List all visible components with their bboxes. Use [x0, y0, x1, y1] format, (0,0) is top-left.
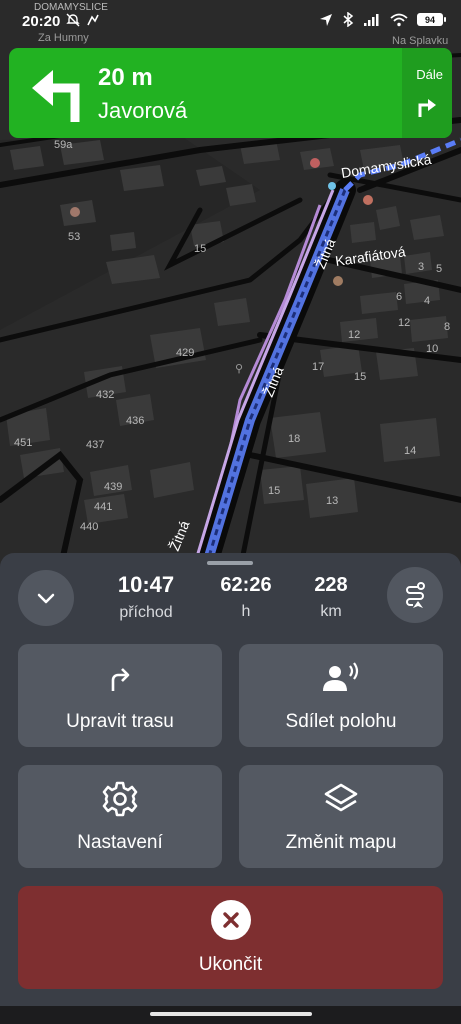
poi-icon: [363, 195, 373, 205]
route-overview-icon: [406, 582, 425, 608]
end-navigation-button[interactable]: Ukončit: [18, 886, 443, 989]
poi-icon: [310, 158, 320, 168]
house-number: 437: [86, 439, 104, 451]
gear-icon: [102, 781, 138, 817]
house-number: 436: [126, 415, 144, 427]
house-number: 429: [176, 347, 194, 359]
status-icons-left: [66, 13, 100, 27]
house-number: 15: [354, 371, 366, 383]
house-number: 15: [268, 485, 280, 497]
share-location-label: Sdílet polohu: [285, 711, 397, 732]
change-map-label: Změnit mapu: [285, 832, 397, 853]
settings-button[interactable]: Nastavení: [18, 765, 222, 868]
house-number: 440: [80, 521, 98, 533]
status-bar: DOMAMYSLICE 20:20 94: [0, 0, 461, 36]
house-number: 10: [426, 343, 438, 355]
signal-icon: [364, 13, 379, 26]
turn-right-icon: [418, 99, 436, 117]
layers-icon: [324, 783, 358, 812]
share-location-button[interactable]: Sdílet polohu: [239, 644, 443, 747]
status-icons-right: 94: [319, 12, 446, 27]
alarm-off-icon: [66, 13, 80, 27]
poi-icon: [70, 207, 80, 217]
house-number: 8: [444, 321, 450, 333]
bluetooth-icon: [343, 12, 354, 27]
house-number: 15: [194, 243, 206, 255]
trip-distance-label: km: [320, 603, 342, 620]
house-number: 53: [68, 231, 80, 243]
collapse-button[interactable]: [18, 570, 74, 626]
wifi-icon: [390, 13, 408, 26]
arrival-time-value: 10:47: [117, 572, 175, 597]
house-number: 3: [418, 261, 424, 273]
poi-icon: [333, 276, 343, 286]
house-number: 4: [424, 295, 430, 307]
arrival-time: 10:47 příchod: [104, 572, 188, 622]
system-navigation-bar: [0, 1006, 461, 1024]
house-number: 59a: [54, 139, 73, 151]
street-label-na-splavku: Na Splavku: [392, 35, 448, 47]
chevron-down-icon: [37, 593, 55, 604]
turn-left-icon: [32, 70, 80, 122]
edit-route-button[interactable]: Upravit trasu: [18, 644, 222, 747]
house-number: 12: [348, 329, 360, 341]
home-gesture-bar[interactable]: [150, 1012, 312, 1016]
house-number: 439: [104, 481, 122, 493]
status-time: 20:20: [22, 13, 61, 30]
edit-route-label: Upravit trasu: [66, 711, 174, 732]
house-number: 17: [312, 361, 324, 373]
status-overlay-text: DOMAMYSLICE: [34, 2, 108, 13]
house-number: 6: [396, 291, 402, 303]
trip-distance-value: 228: [314, 574, 348, 596]
maneuver-distance: 20 m: [98, 64, 153, 91]
house-number: 12: [398, 317, 410, 329]
battery-level: 94: [424, 14, 435, 25]
settings-label: Nastavení: [77, 832, 163, 853]
maneuver-street: Javorová: [98, 98, 188, 123]
trip-distance: 228 km: [300, 574, 362, 621]
change-map-button[interactable]: Změnit mapu: [239, 765, 443, 868]
share-location-icon: [323, 662, 359, 691]
next-maneuver-panel[interactable]: Dále: [402, 48, 452, 138]
navigation-instruction-banner[interactable]: 20 m Javorová Dále: [9, 48, 452, 138]
bicycle-icon: ⚲: [235, 363, 243, 375]
house-number: 18: [288, 433, 300, 445]
house-number: 451: [14, 437, 32, 449]
house-number: 441: [94, 501, 112, 513]
next-maneuver-label: Dále: [416, 67, 443, 82]
house-number: 432: [96, 389, 114, 401]
location-icon: [320, 13, 332, 26]
house-number: 5: [436, 263, 442, 275]
arrival-time-label: příchod: [119, 604, 173, 621]
route-edit-icon: [111, 668, 130, 691]
navigation-bottom-sheet: 10:47 příchod 62:26 h 228 km Upravit tra…: [0, 553, 461, 1013]
battery-icon: 94: [417, 13, 446, 26]
close-icon: [211, 900, 251, 940]
trip-duration: 62:26 h: [210, 574, 282, 621]
sheet-drag-handle[interactable]: [207, 561, 253, 565]
trip-duration-label: h: [241, 603, 251, 620]
nav-arrow-icon: [87, 14, 99, 26]
house-number: 14: [404, 445, 416, 457]
poi-icon: [328, 182, 336, 190]
trip-duration-value: 62:26: [220, 574, 272, 596]
house-number: 13: [326, 495, 338, 507]
route-overview-button[interactable]: [387, 567, 443, 623]
end-navigation-label: Ukončit: [198, 954, 263, 975]
